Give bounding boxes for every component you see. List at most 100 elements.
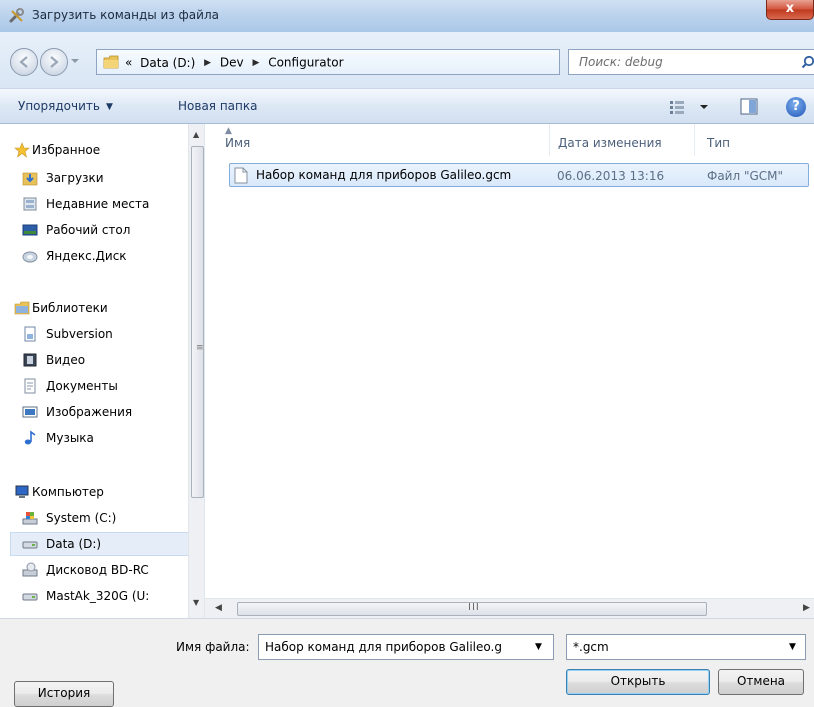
column-header-date[interactable]: Дата изменения: [550, 124, 695, 156]
scroll-up-arrow-icon[interactable]: ▲: [193, 130, 199, 139]
scroll-grip-icon: ≡: [196, 343, 204, 353]
new-folder-button[interactable]: Новая папка: [178, 99, 257, 113]
address-bar[interactable]: « Data (D:) ▶ Dev ▶ Configurator ↹: [96, 49, 646, 75]
nav-data-d-label: Data (D:): [46, 537, 102, 551]
breadcrumb-separator-icon[interactable]: ▶: [252, 58, 259, 68]
optical-drive-icon: [22, 562, 38, 577]
horizontal-scroll-thumb[interactable]: III: [237, 602, 707, 616]
title-bar[interactable]: Загрузить команды из файла x: [0, 0, 814, 32]
column-header-name[interactable]: Имя ▲: [205, 124, 550, 156]
nav-libraries[interactable]: Библиотеки: [0, 296, 190, 320]
nav-bd-drive-label: Дисковод BD-RC: [46, 563, 149, 577]
nav-downloads-label: Загрузки: [46, 171, 104, 185]
breadcrumb-item-data-d[interactable]: Data (D:): [140, 56, 195, 70]
recent-pages-chevron-icon[interactable]: [70, 56, 80, 66]
breadcrumb-item-configurator[interactable]: Configurator: [268, 56, 343, 70]
nav-favorites-label: Избранное: [32, 143, 101, 157]
help-button[interactable]: ?: [786, 97, 806, 117]
nav-images[interactable]: Изображения: [0, 400, 190, 424]
breadcrumb-overflow[interactable]: «: [125, 56, 132, 70]
drive-icon: [22, 541, 38, 549]
nav-system-c[interactable]: System (C:): [0, 506, 190, 530]
column-type-label: Тип: [707, 136, 730, 150]
window-title: Загрузить команды из файла: [32, 8, 219, 22]
nav-images-label: Изображения: [46, 405, 133, 419]
images-icon: [22, 406, 38, 418]
scroll-grip: III: [468, 602, 480, 613]
filename-label: Имя файла:: [176, 640, 250, 654]
nav-documents[interactable]: Документы: [0, 374, 190, 398]
organize-button[interactable]: Упорядочить ▼: [18, 99, 113, 113]
nav-favorites[interactable]: Избранное: [0, 138, 190, 162]
tools-icon: [9, 8, 24, 23]
chevron-down-icon[interactable]: ▼: [535, 642, 542, 652]
nav-subversion[interactable]: Subversion: [0, 322, 190, 346]
breadcrumb-separator-icon[interactable]: ▶: [204, 58, 211, 68]
chevron-down-icon[interactable]: ▼: [789, 642, 796, 652]
nav-recent-places[interactable]: Недавние места: [0, 192, 190, 216]
column-date-label: Дата изменения: [558, 136, 662, 150]
scroll-right-arrow-icon[interactable]: ▶: [803, 603, 810, 613]
nav-desktop-label: Рабочий стол: [46, 223, 131, 237]
library-document-icon: [24, 326, 36, 342]
file-type-select[interactable]: *.gcm ▼: [566, 634, 806, 660]
downloads-folder-icon: [22, 172, 38, 186]
breadcrumb: « Data (D:) ▶ Dev ▶ Configurator: [125, 55, 344, 70]
forward-button[interactable]: [40, 48, 68, 76]
nav-system-c-label: System (C:): [46, 511, 117, 525]
nav-data-d[interactable]: Data (D:): [10, 532, 198, 556]
nav-subversion-label: Subversion: [46, 327, 113, 341]
cancel-button[interactable]: Отмена: [718, 669, 804, 695]
search-input[interactable]: Поиск: debug: [568, 49, 814, 75]
column-name-label: Имя: [225, 136, 251, 150]
libraries-icon: [14, 301, 30, 315]
breadcrumb-item-dev[interactable]: Dev: [220, 56, 244, 70]
folder-icon: [103, 55, 119, 69]
recent-places-icon: [23, 197, 37, 211]
file-name: Набор команд для приборов Galileo.gcm: [256, 168, 512, 182]
nav-vertical-scrollbar[interactable]: ▲ ≡ ▼: [188, 124, 204, 618]
column-header-type[interactable]: Тип: [695, 124, 814, 156]
history-button[interactable]: История: [14, 681, 114, 707]
system-drive-icon: [22, 512, 38, 525]
nav-libraries-label: Библиотеки: [32, 301, 108, 315]
nav-computer[interactable]: Компьютер: [0, 480, 190, 504]
nav-recent-label: Недавние места: [46, 197, 150, 211]
file-row[interactable]: Набор команд для приборов Galileo.gcm 06…: [229, 163, 809, 187]
nav-yandex-label: Яндекс.Диск: [46, 249, 127, 263]
nav-yandex-disk[interactable]: Яндекс.Диск: [0, 244, 190, 268]
yandex-disk-icon: [22, 251, 38, 263]
nav-desktop[interactable]: Рабочий стол: [0, 218, 190, 242]
search-icon[interactable]: [801, 55, 814, 69]
navigation-pane[interactable]: Избранное Загрузки Недавние места Рабочи…: [0, 124, 205, 618]
file-list[interactable]: Имя ▲ Дата изменения Тип Набор команд дл…: [205, 124, 814, 618]
back-arrow-icon: [19, 56, 28, 68]
sort-ascending-icon: ▲: [225, 126, 232, 136]
back-button[interactable]: [10, 48, 38, 76]
nav-scroll-thumb[interactable]: ≡: [191, 146, 204, 498]
nav-downloads[interactable]: Загрузки: [0, 166, 190, 190]
nav-music[interactable]: Музыка: [0, 426, 190, 450]
change-view-icon[interactable]: [668, 98, 712, 116]
preview-pane-icon[interactable]: [740, 98, 758, 115]
scroll-down-arrow-icon[interactable]: ▼: [193, 598, 199, 607]
filename-value[interactable]: Набор команд для приборов Galileo.g: [265, 640, 525, 654]
address-row: « Data (D:) ▶ Dev ▶ Configurator ↹ Поиск…: [0, 32, 814, 88]
filename-field[interactable]: Набор команд для приборов Galileo.g ▼: [258, 634, 554, 660]
nav-mastak[interactable]: MastAk_320G (U:: [0, 584, 190, 608]
open-button[interactable]: Открыть: [566, 669, 710, 695]
file-type-value: *.gcm: [573, 640, 609, 654]
scroll-left-arrow-icon[interactable]: ◀: [215, 603, 222, 613]
video-icon: [23, 353, 37, 367]
horizontal-scrollbar[interactable]: ◀ III ▶: [205, 598, 814, 618]
star-icon: [14, 142, 30, 158]
search-placeholder: Поиск: debug: [579, 55, 663, 69]
nav-video[interactable]: Видео: [0, 348, 190, 372]
command-bar: Упорядочить ▼ Новая папка ?: [0, 88, 814, 124]
drive-icon: [22, 593, 38, 601]
file-type: Файл "GCM": [707, 169, 784, 183]
nav-computer-label: Компьютер: [32, 485, 104, 499]
nav-mastak-label: MastAk_320G (U:: [46, 589, 150, 603]
close-button[interactable]: x: [766, 0, 814, 20]
nav-bd-drive[interactable]: Дисковод BD-RC: [0, 558, 190, 582]
